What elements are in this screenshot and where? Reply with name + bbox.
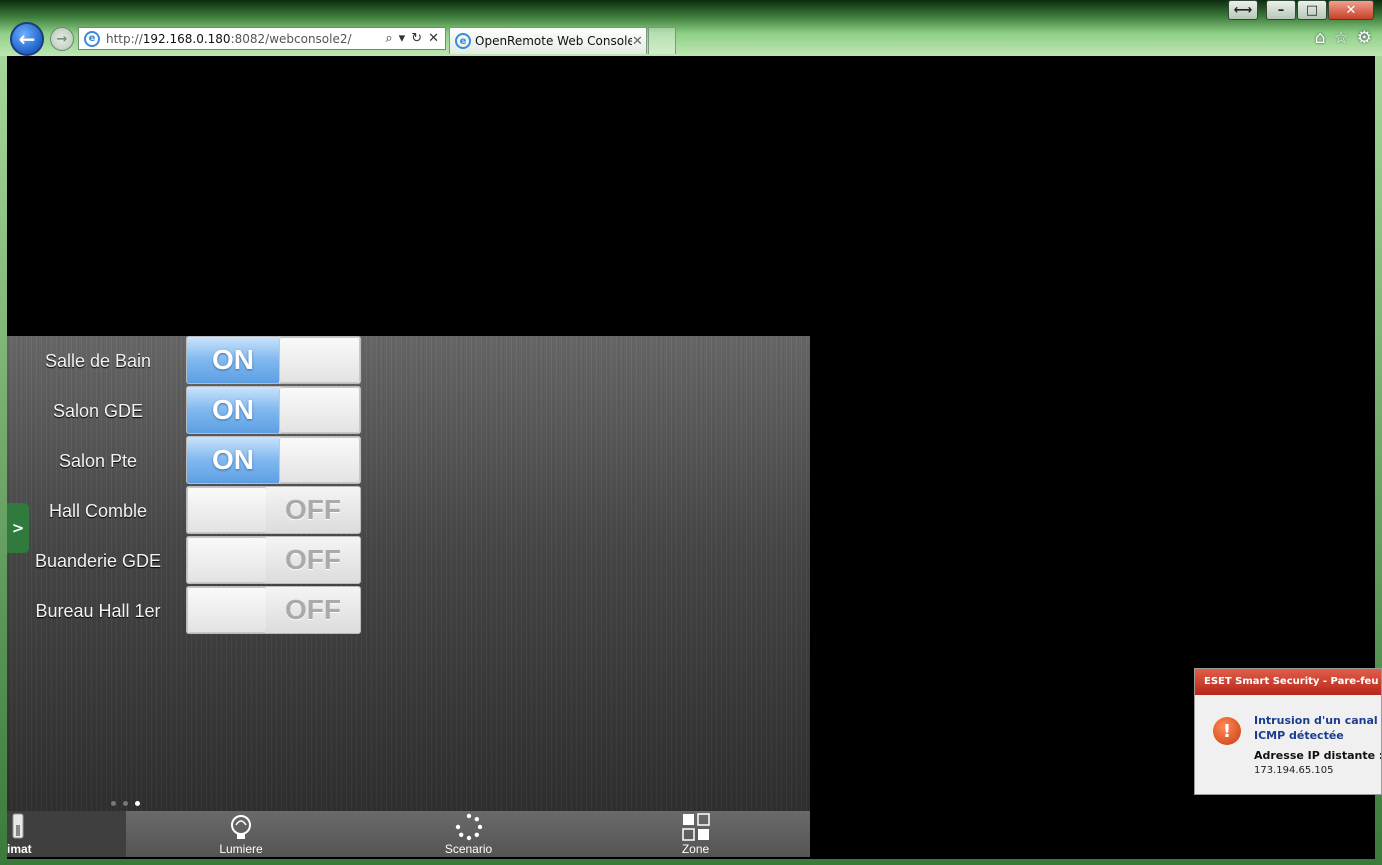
switch-label: Salon GDE xyxy=(52,400,144,421)
toggle-knob[interactable] xyxy=(187,587,267,633)
url-scheme: http:// xyxy=(106,31,143,46)
home-icon[interactable]: ⌂ xyxy=(1315,28,1326,48)
switch-toggle[interactable]: ON xyxy=(186,336,361,384)
switch-label: Hall Comble xyxy=(48,500,148,521)
toggle-knob[interactable] xyxy=(187,537,267,583)
window-controls: – □ ✕ xyxy=(1265,0,1374,20)
switch-toggle[interactable]: OFF xyxy=(186,586,361,634)
toggle-on-label: ON xyxy=(187,387,279,433)
toggle-knob[interactable] xyxy=(279,437,360,483)
notification-title: Intrusion d'un canal dissimulé ICMP déte… xyxy=(1254,713,1381,743)
address-url[interactable]: http://192.168.0.180:8082/webconsole2/ xyxy=(106,32,385,46)
toggle-knob[interactable] xyxy=(279,387,360,433)
openremote-panel: Salle de Bain ON Salon GDE ON Salon Pte … xyxy=(7,336,810,811)
forward-button[interactable]: → xyxy=(50,27,74,51)
tab-label: imat xyxy=(7,842,32,856)
maximize-button[interactable]: □ xyxy=(1297,0,1327,20)
dropdown-icon[interactable]: ▾ xyxy=(399,31,406,46)
ip-label: Adresse IP distante : xyxy=(1254,749,1382,762)
switch-row: Buanderie GDE OFF xyxy=(7,536,367,586)
tab-label: Lumiere xyxy=(219,842,263,856)
switch-label: Buanderie GDE xyxy=(34,550,162,571)
page-dot[interactable] xyxy=(111,801,116,806)
toggle-knob[interactable] xyxy=(279,337,360,383)
switch-row: Salle de Bain ON xyxy=(7,336,367,386)
switch-row: Hall Comble OFF xyxy=(7,486,367,536)
resize-icon[interactable]: ⟷ xyxy=(1228,0,1258,20)
close-window-button[interactable]: ✕ xyxy=(1328,0,1374,20)
switch-row: Bureau Hall 1er OFF xyxy=(7,586,367,636)
tab-label: Zone xyxy=(681,842,710,856)
tab-imat[interactable]: imat xyxy=(7,811,126,857)
warning-icon: ! xyxy=(1213,717,1241,745)
switch-toggle[interactable]: ON xyxy=(186,386,361,434)
toggle-off-label: OFF xyxy=(266,587,360,633)
tab-title: OpenRemote Web Console ... xyxy=(475,34,632,48)
toggle-off-label: OFF xyxy=(266,487,360,533)
notification-header: ESET Smart Security - Pare-feu personnel xyxy=(1195,669,1381,695)
switch-label: Bureau Hall 1er xyxy=(35,600,161,621)
title-line-1: Intrusion d'un canal dissimulé xyxy=(1254,714,1381,727)
url-host: 192.168.0.180 xyxy=(142,31,231,46)
tab-label: Scenario xyxy=(444,842,493,856)
switch-label: Salle de Bain xyxy=(44,350,152,371)
browser-tools: ⌂ ☆ ⚙ xyxy=(1315,28,1372,48)
side-menu-handle[interactable]: > xyxy=(7,503,29,553)
eset-notification[interactable]: ESET Smart Security - Pare-feu personnel… xyxy=(1194,668,1382,795)
stop-icon[interactable]: ✕ xyxy=(428,31,439,46)
refresh-icon[interactable]: ↻ xyxy=(411,31,422,46)
new-tab-button[interactable] xyxy=(648,27,676,54)
switch-toggle[interactable]: OFF xyxy=(186,536,361,584)
switch-row: Salon GDE ON xyxy=(7,386,367,436)
page-indicator xyxy=(111,801,140,806)
tab-scenario[interactable]: Scenario xyxy=(356,811,581,857)
title-line-2: ICMP détectée xyxy=(1254,729,1344,742)
search-icon[interactable]: ⌕ xyxy=(385,31,392,46)
url-path: :8082/webconsole2/ xyxy=(230,31,352,46)
tab-lumiere[interactable]: Lumiere xyxy=(126,811,356,857)
switch-toggle[interactable]: OFF xyxy=(186,486,361,534)
tab-zone[interactable]: Zone xyxy=(581,811,810,857)
ie-tab-icon: e xyxy=(455,33,471,49)
toggle-knob[interactable] xyxy=(187,487,267,533)
back-icon: ← xyxy=(18,27,36,51)
page-dot-active[interactable] xyxy=(135,801,140,806)
toggle-off-label: OFF xyxy=(266,537,360,583)
switch-toggle[interactable]: ON xyxy=(186,436,361,484)
browser-tab[interactable]: e OpenRemote Web Console ... ✕ xyxy=(449,27,647,54)
toggle-on-label: ON xyxy=(187,337,279,383)
forward-icon: → xyxy=(56,31,68,47)
page-dot[interactable] xyxy=(123,801,128,806)
ip-value: 173.194.65.105 xyxy=(1254,765,1334,776)
switch-row: Salon Pte ON xyxy=(7,436,367,486)
address-bar-actions: ⌕ ▾ ↻ ✕ xyxy=(385,31,445,46)
switch-label: Salon Pte xyxy=(58,450,138,471)
minimize-button[interactable]: – xyxy=(1266,0,1296,20)
ie-page-icon: e xyxy=(84,30,100,47)
settings-icon[interactable]: ⚙ xyxy=(1357,28,1372,48)
browser-chrome: – □ ✕ ⟷ ← → e http://192.168.0.180:8082/… xyxy=(0,0,1382,56)
favorites-icon[interactable]: ☆ xyxy=(1334,28,1349,48)
address-bar[interactable]: e http://192.168.0.180:8082/webconsole2/… xyxy=(78,27,446,50)
tab-close-icon[interactable]: ✕ xyxy=(632,34,646,49)
toggle-on-label: ON xyxy=(187,437,279,483)
bottom-tab-bar: imat Lumiere Scenario Zone xyxy=(7,811,810,857)
back-button[interactable]: ← xyxy=(10,22,44,56)
thermometer-icon xyxy=(7,813,126,845)
page-viewport: Salle de Bain ON Salon GDE ON Salon Pte … xyxy=(7,56,1375,859)
